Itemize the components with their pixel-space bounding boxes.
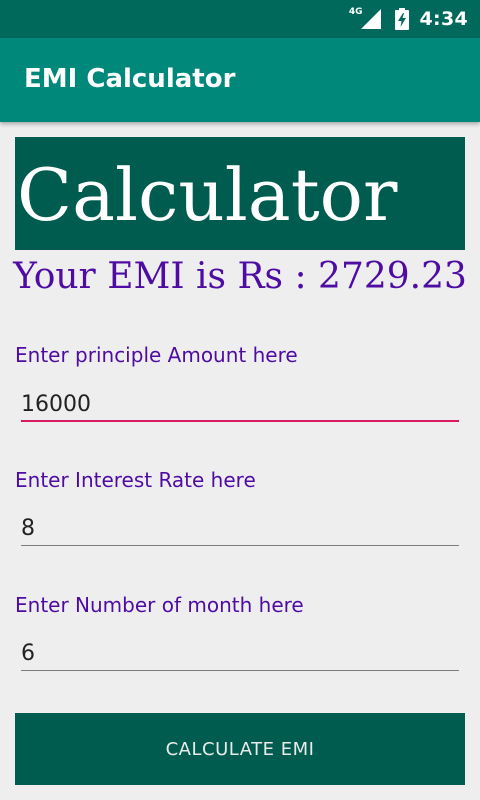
battery-charging-icon [394,8,409,30]
banner-title: Calculator [17,153,398,237]
app-title: EMI Calculator [24,64,236,94]
signal-icon [360,9,381,29]
status-icons: 4G 4:34 [349,0,468,38]
status-clock: 4:34 [419,8,468,30]
network-type-label: 4G [348,7,363,17]
calculator-banner: Calculator [15,137,465,250]
principal-label: Enter principle Amount here [15,343,298,367]
months-label: Enter Number of month here [15,593,304,617]
emi-result-text: Your EMI is Rs : 2729.23 [13,256,467,297]
status-bar: 4G 4:34 [0,0,480,38]
interest-rate-label: Enter Interest Rate here [15,468,256,492]
months-input[interactable] [21,637,459,671]
principal-input[interactable] [21,388,459,422]
calculate-emi-button[interactable]: CALCULATE EMI [15,713,465,785]
app-bar: EMI Calculator [0,38,480,122]
interest-rate-input[interactable] [21,512,459,546]
